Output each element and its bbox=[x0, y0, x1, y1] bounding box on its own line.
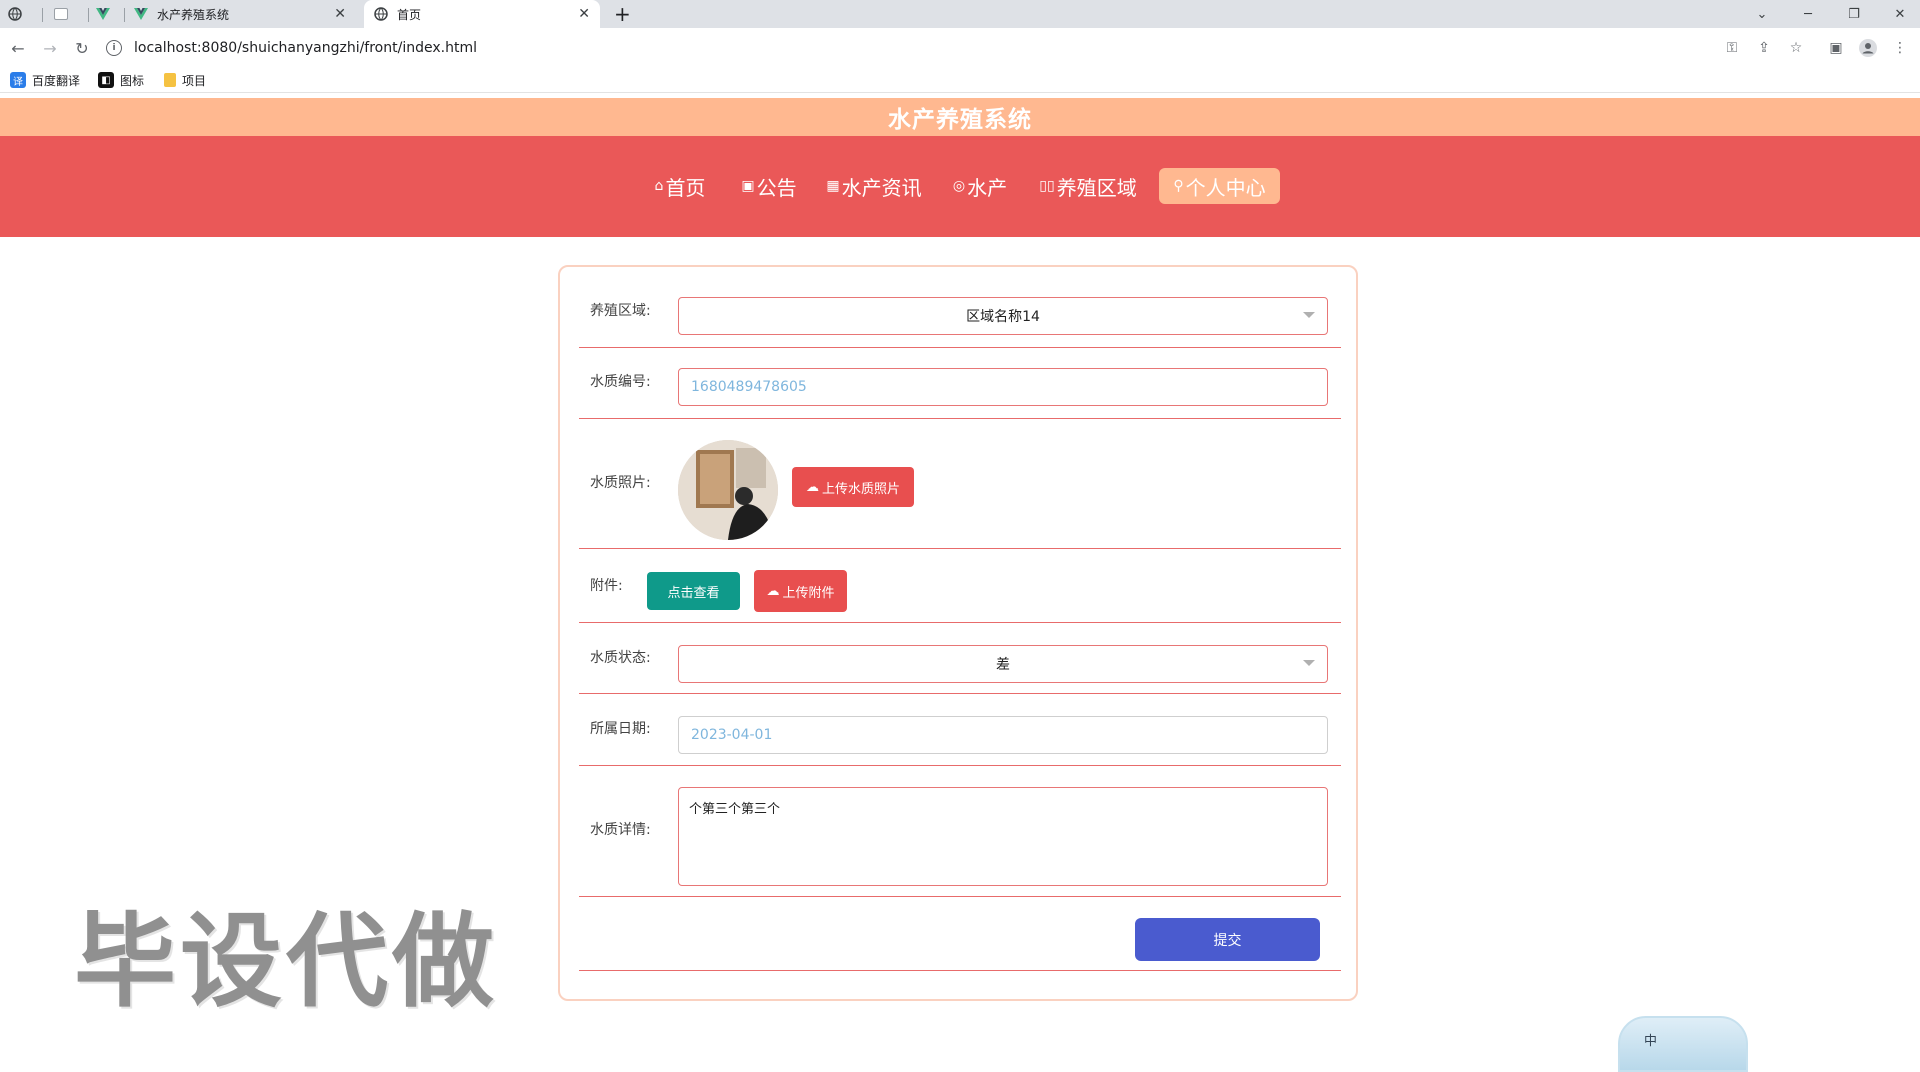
close-window-icon[interactable]: ✕ bbox=[1877, 0, 1920, 28]
region-label: 养殖区域: bbox=[590, 303, 651, 319]
water-no-input[interactable]: 1680489478605 bbox=[678, 368, 1328, 406]
globe-icon bbox=[374, 7, 388, 21]
restore-icon[interactable]: ❐ bbox=[1831, 0, 1877, 28]
home-icon: ⌂ bbox=[654, 178, 664, 194]
nav-farming-region[interactable]: ▯▯ 养殖区域 bbox=[1038, 168, 1138, 204]
close-icon[interactable]: ✕ bbox=[578, 6, 590, 22]
close-icon[interactable]: ✕ bbox=[334, 6, 346, 22]
watermark-text: 毕设代做 bbox=[74, 903, 498, 1022]
tab-title: 水产养殖系统 bbox=[157, 7, 230, 22]
address-bar[interactable]: i localhost:8080/shuichanyangzhi/front/i… bbox=[106, 35, 1876, 61]
nav-news[interactable]: ▦ 水产资讯 bbox=[824, 168, 924, 204]
divider bbox=[579, 970, 1341, 971]
date-label: 所属日期: bbox=[590, 721, 651, 737]
upload-attachment-button[interactable]: ☁ 上传附件 bbox=[754, 570, 847, 612]
detail-label: 水质详情: bbox=[590, 822, 651, 838]
divider bbox=[579, 548, 1341, 549]
folder-icon bbox=[164, 73, 176, 87]
view-attachment-button[interactable]: 点击查看 bbox=[647, 572, 740, 610]
profile-icon[interactable] bbox=[1856, 36, 1880, 60]
status-select[interactable]: 差 bbox=[678, 645, 1328, 683]
forward-icon[interactable]: → bbox=[38, 36, 62, 60]
minimize-icon[interactable]: ─ bbox=[1785, 0, 1831, 28]
divider bbox=[579, 693, 1341, 694]
tab-pinned-2[interactable] bbox=[54, 0, 84, 28]
notice-icon: ▣ bbox=[741, 178, 755, 194]
divider bbox=[579, 418, 1341, 419]
address-toolbar: ← → ↻ i localhost:8080/shuichanyangzhi/f… bbox=[0, 28, 1920, 68]
star-icon[interactable]: ☆ bbox=[1784, 36, 1808, 60]
tab-home[interactable]: 首页 ✕ bbox=[364, 0, 600, 28]
divider bbox=[579, 622, 1341, 623]
side-panel-icon[interactable]: ▣ bbox=[1824, 36, 1848, 60]
divider bbox=[579, 896, 1341, 897]
globe-icon bbox=[8, 7, 22, 21]
tab-pinned-1[interactable] bbox=[8, 0, 38, 28]
iconfont-icon: ◧ bbox=[98, 72, 114, 88]
tab-title: 首页 bbox=[397, 7, 422, 22]
submit-button[interactable]: 提交 bbox=[1135, 918, 1320, 961]
main-navigation: ⌂ 首页 ▣ 公告 ▦ 水产资讯 ◎ 水产 ▯▯ 养殖区域 ⚲ 个人中心 bbox=[0, 136, 1920, 237]
tab-shuichan-system[interactable]: 水产养殖系统 ✕ bbox=[134, 0, 356, 28]
back-icon[interactable]: ← bbox=[6, 36, 30, 60]
divider bbox=[579, 347, 1341, 348]
key-icon[interactable]: ⚿ bbox=[1720, 36, 1744, 60]
bookmark-icons[interactable]: ◧ 图标 bbox=[98, 71, 144, 89]
bookmark-project[interactable]: 项目 bbox=[164, 71, 206, 89]
date-input[interactable]: 2023-04-01 bbox=[678, 716, 1328, 754]
fish-icon: ◎ bbox=[952, 178, 966, 194]
site-info-icon[interactable]: i bbox=[106, 40, 122, 56]
site-header: 水产养殖系统 bbox=[0, 98, 1920, 136]
cloud-upload-icon: ☁ bbox=[805, 479, 819, 495]
cloud-upload-icon: ☁ bbox=[766, 583, 780, 599]
chevron-down-icon bbox=[1303, 312, 1315, 318]
region-icon: ▯▯ bbox=[1039, 178, 1055, 194]
menu-icon[interactable]: ⋮ bbox=[1888, 36, 1912, 60]
user-icon: ⚲ bbox=[1173, 178, 1184, 194]
tab-pinned-3[interactable] bbox=[96, 0, 126, 28]
site-title: 水产养殖系统 bbox=[888, 107, 1032, 133]
status-label: 水质状态: bbox=[590, 650, 651, 666]
blank-page-icon bbox=[54, 7, 68, 21]
nav-notice[interactable]: ▣ 公告 bbox=[740, 168, 798, 204]
tab-search-icon[interactable]: ⌄ bbox=[1739, 0, 1785, 28]
water-no-label: 水质编号: bbox=[590, 374, 651, 390]
divider bbox=[579, 765, 1341, 766]
browser-tab-strip: 水产养殖系统 ✕ 首页 ✕ + ⌄ ─ ❐ ✕ bbox=[0, 0, 1920, 28]
region-select[interactable]: 区域名称14 bbox=[678, 297, 1328, 335]
nav-user-center[interactable]: ⚲ 个人中心 bbox=[1159, 168, 1280, 204]
nav-home[interactable]: ⌂ 首页 bbox=[648, 168, 712, 204]
reload-icon[interactable]: ↻ bbox=[70, 36, 94, 60]
bookmark-baidu-translate[interactable]: 译 百度翻译 bbox=[10, 71, 80, 89]
new-tab-button[interactable]: + bbox=[614, 0, 636, 28]
bookmarks-bar: 译 百度翻译 ◧ 图标 项目 bbox=[0, 68, 1920, 93]
upload-photo-button[interactable]: ☁ 上传水质照片 bbox=[792, 467, 914, 507]
photo-label: 水质照片: bbox=[590, 475, 651, 491]
detail-textarea[interactable]: 个第三个第三个 bbox=[678, 787, 1328, 886]
share-icon[interactable]: ⇪ bbox=[1752, 36, 1776, 60]
vue-icon bbox=[96, 7, 110, 21]
url-text: localhost:8080/shuichanyangzhi/front/ind… bbox=[134, 40, 477, 56]
water-photo-thumbnail bbox=[678, 440, 778, 540]
nav-aquatic[interactable]: ◎ 水产 bbox=[950, 168, 1010, 204]
news-icon: ▦ bbox=[826, 178, 840, 194]
chevron-down-icon bbox=[1303, 660, 1315, 666]
ime-status-widget[interactable]: 中 bbox=[1618, 1016, 1748, 1072]
vue-icon bbox=[134, 7, 148, 21]
translate-icon: 译 bbox=[10, 72, 26, 88]
attachment-label: 附件: bbox=[590, 578, 623, 594]
